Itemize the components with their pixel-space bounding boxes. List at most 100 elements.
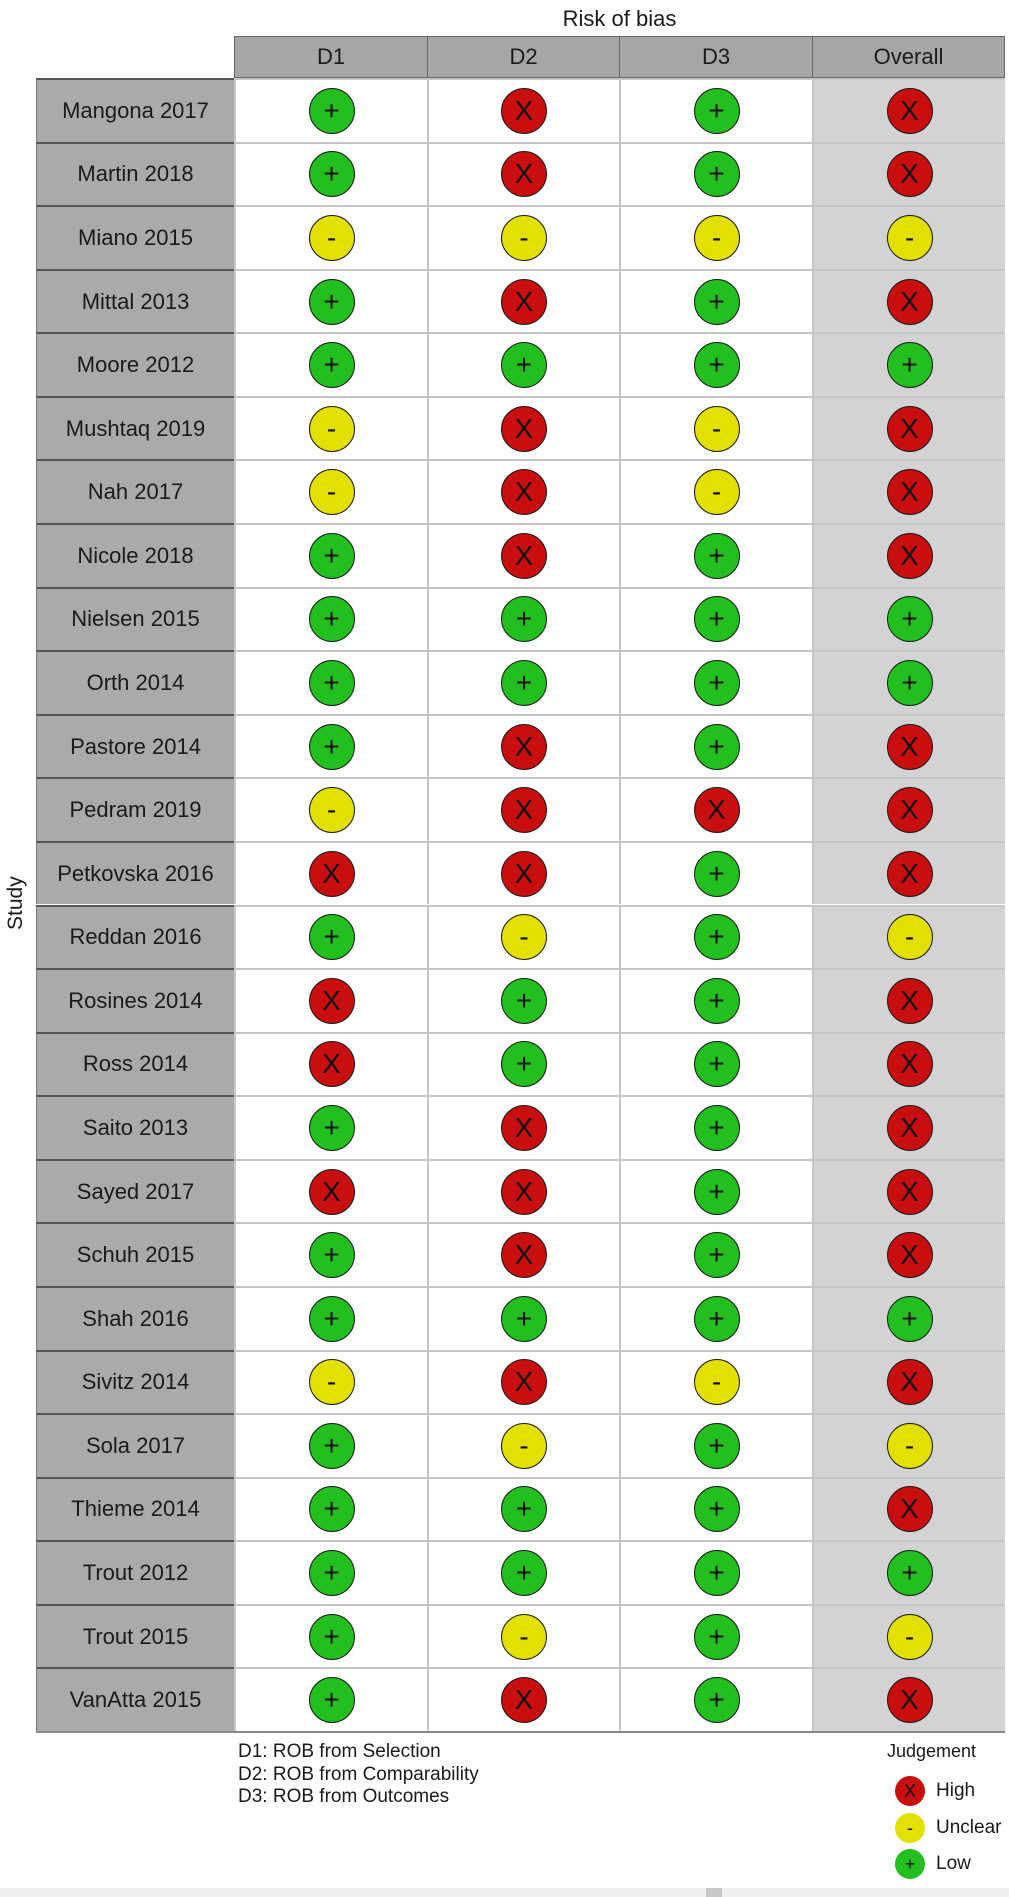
judgement-cell: X — [234, 840, 427, 905]
judgement-low-icon: + — [308, 1422, 355, 1469]
judgement-low-icon: + — [693, 1232, 740, 1279]
judgement-cell: + — [619, 1667, 812, 1731]
study-label: Mangona 2017 — [36, 78, 234, 142]
judgement-cell: - — [234, 459, 427, 524]
column-header-d2: D2 — [427, 36, 620, 78]
judgement-high-icon: X — [501, 787, 547, 834]
study-label: Mittal 2013 — [36, 268, 234, 333]
judgement-low-icon: + — [308, 1105, 355, 1151]
judgement-cell: X — [427, 1095, 619, 1159]
judgement-high-icon: X — [501, 723, 547, 770]
judgement-high-icon: X — [886, 1486, 933, 1533]
judgement-low-icon: + — [693, 1613, 740, 1660]
judgement-cell: X — [234, 968, 427, 1032]
judgement-cell: X — [427, 1667, 619, 1731]
judgement-unclear-icon: - — [886, 914, 933, 961]
judgement-cell: X — [812, 459, 1005, 524]
risk-of-bias-chart: Risk of bias Study D1 D2 D3 Overall Mang… — [0, 0, 1009, 1897]
horizontal-scrollbar[interactable] — [0, 1888, 1009, 1897]
judgement-cell: + — [619, 332, 812, 396]
judgement-low-icon: + — [501, 1486, 547, 1533]
judgement-low-icon: + — [693, 914, 740, 961]
judgement-cell: X — [812, 1095, 1005, 1159]
judgement-high-icon: X — [886, 1232, 933, 1279]
judgement-cell: - — [234, 395, 427, 460]
judgement-low-icon: + — [693, 1677, 740, 1724]
judgement-cell: + — [234, 1095, 427, 1159]
judgement-cell: + — [427, 968, 619, 1032]
judgement-cell: X — [812, 713, 1005, 778]
judgement-low-icon: + — [308, 1613, 355, 1660]
judgement-cell: + — [619, 1222, 812, 1286]
judgement-high-icon: X — [886, 151, 933, 198]
judgement-unclear-icon: - — [308, 469, 355, 516]
study-label: Martin 2018 — [36, 141, 234, 206]
judgement-unclear-icon: - — [501, 914, 547, 961]
judgement-cell: X — [427, 459, 619, 524]
judgement-low-icon: + — [501, 977, 547, 1024]
judgement-cell: + — [234, 1413, 427, 1477]
domain-note: D2: ROB from Comparability — [238, 1763, 479, 1785]
judgement-low-icon: + — [308, 659, 355, 706]
judgement-low-icon: + — [501, 342, 547, 389]
judgement-cell: + — [427, 1285, 619, 1350]
study-label: Saito 2013 — [36, 1095, 234, 1159]
judgement-cell: + — [619, 1031, 812, 1096]
judgement-low-icon: + — [886, 1550, 933, 1597]
judgement-cell: - — [427, 1413, 619, 1477]
judgement-unclear-icon: - — [693, 405, 740, 452]
judgement-high-icon: X — [886, 469, 933, 516]
study-label: Orth 2014 — [36, 650, 234, 714]
study-label: Moore 2012 — [36, 332, 234, 396]
legend-label: High — [936, 1780, 976, 1801]
legend-item: - Unclear — [895, 1813, 1001, 1843]
study-label: Reddan 2016 — [36, 904, 234, 969]
judgement-cell: X — [812, 78, 1005, 142]
judgement-high-icon: X — [886, 1168, 933, 1215]
judgement-cell: X — [812, 1667, 1005, 1731]
judgement-cell: + — [619, 78, 812, 142]
judgement-unclear-icon: - — [693, 469, 740, 516]
judgement-low-icon: + — [308, 1295, 355, 1342]
judgement-high-icon: X — [886, 1359, 933, 1406]
judgement-cell: + — [234, 650, 427, 714]
judgement-cell: X — [812, 840, 1005, 905]
study-label: Sayed 2017 — [36, 1158, 234, 1223]
judgement-cell: X — [427, 777, 619, 841]
judgement-cell: + — [234, 332, 427, 396]
scrollbar-thumb[interactable] — [706, 1888, 722, 1897]
judgement-cell: + — [234, 586, 427, 651]
legend-title: Judgement — [887, 1741, 977, 1761]
judgement-cell: + — [234, 268, 427, 333]
judgement-low-icon: + — [693, 278, 740, 325]
judgement-cell: + — [812, 586, 1005, 651]
judgement-low-icon: + — [693, 532, 740, 579]
judgement-cell: X — [427, 1349, 619, 1414]
study-label: Nielsen 2015 — [36, 586, 234, 651]
judgement-cell: + — [619, 1158, 812, 1223]
judgement-unclear-icon: - — [308, 405, 355, 452]
judgement-cell: X — [812, 395, 1005, 460]
study-label: Sivitz 2014 — [36, 1349, 234, 1414]
legend-high-icon: X — [895, 1776, 925, 1806]
judgement-low-icon: + — [693, 342, 740, 389]
judgement-low-icon: + — [886, 596, 933, 643]
legend-unclear-icon: - — [895, 1813, 925, 1843]
judgement-cell: + — [619, 968, 812, 1032]
study-label: Pastore 2014 — [36, 713, 234, 778]
judgement-cell: + — [619, 1413, 812, 1477]
legend-label: Unclear — [936, 1817, 1002, 1838]
judgement-cell: X — [812, 1349, 1005, 1414]
judgement-low-icon: + — [308, 1232, 355, 1279]
judgement-cell: + — [619, 1476, 812, 1541]
judgement-cell: - — [619, 205, 812, 269]
judgement-cell: - — [619, 395, 812, 460]
judgement-unclear-icon: - — [886, 214, 933, 261]
y-axis-label: Study — [4, 876, 27, 930]
judgement-cell: X — [619, 777, 812, 841]
judgement-unclear-icon: - — [501, 1422, 547, 1469]
judgement-high-icon: X — [501, 87, 547, 134]
judgement-unclear-icon: - — [693, 214, 740, 261]
judgement-cell: + — [234, 141, 427, 206]
study-label: Schuh 2015 — [36, 1222, 234, 1286]
